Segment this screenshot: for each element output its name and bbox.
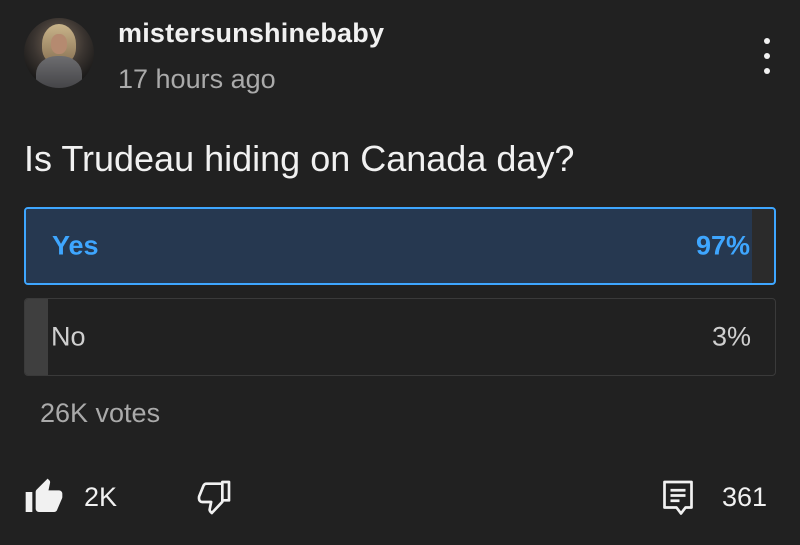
- poll-option-no[interactable]: No 3%: [24, 298, 776, 376]
- avatar[interactable]: [24, 18, 94, 88]
- poll-option-yes[interactable]: Yes 97%: [24, 207, 776, 285]
- menu-dot: [764, 53, 770, 59]
- comment-count: 361: [722, 481, 768, 512]
- dislike-button[interactable]: [190, 472, 238, 522]
- poll-question: Is Trudeau hiding on Canada day?: [24, 138, 575, 179]
- poll-option-fill: [26, 209, 752, 283]
- vote-count: 26K votes: [40, 398, 161, 428]
- menu-dot: [764, 38, 770, 44]
- poll-option-percent: 97%: [695, 230, 750, 261]
- poll-option-percent: 3%: [711, 321, 751, 352]
- like-button[interactable]: 2K: [24, 472, 117, 522]
- avatar-body: [36, 56, 82, 88]
- menu-dot: [764, 68, 770, 74]
- poll-option-label: Yes: [52, 230, 99, 261]
- avatar-face: [51, 34, 67, 54]
- post-timestamp[interactable]: 17 hours ago: [118, 64, 276, 95]
- thumbs-down-icon: [190, 477, 238, 517]
- poll-option-label: No: [51, 321, 86, 352]
- author-name[interactable]: mistersunshinebaby: [118, 18, 384, 49]
- comment-icon: [660, 477, 696, 517]
- more-vert-icon[interactable]: [752, 38, 782, 74]
- like-count: 2K: [84, 481, 118, 512]
- thumbs-up-icon: [24, 477, 64, 517]
- comments-button[interactable]: 361: [660, 472, 767, 522]
- poll-option-fill: [25, 299, 48, 375]
